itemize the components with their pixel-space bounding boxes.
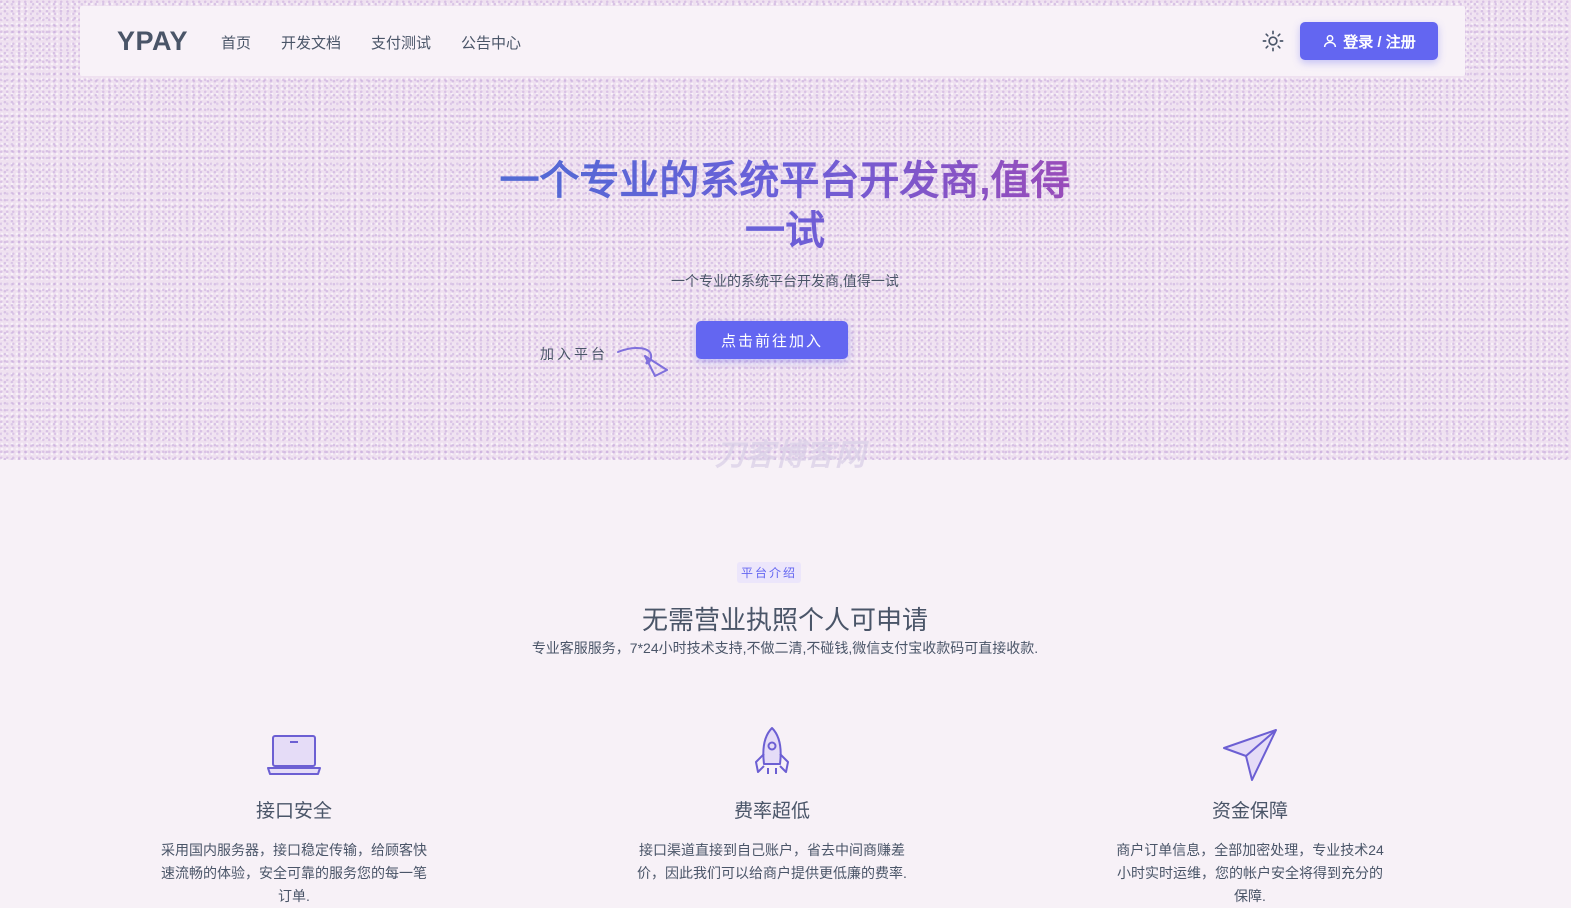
feature-desc: 商户订单信息，全部加密处理，专业技术24小时实时运维，您的帐户安全将得到充分的保… bbox=[1116, 842, 1384, 904]
feature-desc: 采用国内服务器，接口稳定传输，给顾客快速流畅的体验，安全可靠的服务您的每一笔订单… bbox=[161, 842, 427, 904]
nav-announcements[interactable]: 公告中心 bbox=[461, 32, 521, 53]
paper-plane-icon bbox=[1223, 729, 1277, 781]
feature-card-low-fee: 费率超低 接口渠道直接到自己账户，省去中间商赚差价，因此我们可以给商户提供更低廉… bbox=[612, 722, 932, 885]
feature-card-security: 接口安全 采用国内服务器，接口稳定传输，给顾客快速流畅的体验，安全可靠的服务您的… bbox=[134, 722, 454, 908]
feature-desc: 接口渠道直接到自己账户，省去中间商赚差价，因此我们可以给商户提供更低廉的费率. bbox=[637, 842, 907, 881]
join-now-button[interactable]: 点击前往加入 bbox=[696, 321, 848, 359]
feature-title: 费率超低 bbox=[733, 801, 810, 822]
site-logo[interactable]: YPAY bbox=[117, 26, 188, 57]
rocket-icon bbox=[755, 727, 789, 774]
user-icon bbox=[1324, 34, 1337, 48]
feature-card-fund-guarantee: 资金保障 商户订单信息，全部加密处理，专业技术24小时实时运维，您的帐户安全将得… bbox=[1090, 722, 1410, 908]
top-navbar: YPAY 首页 开发文档 支付测试 公告中心 登录 / 注册 bbox=[80, 6, 1465, 76]
feature-title: 资金保障 bbox=[1211, 801, 1288, 822]
sun-icon[interactable] bbox=[1262, 30, 1284, 52]
nav-home[interactable]: 首页 bbox=[221, 32, 251, 53]
login-register-button[interactable]: 登录 / 注册 bbox=[1300, 22, 1438, 60]
nav-docs[interactable]: 开发文档 bbox=[281, 32, 341, 53]
hero-title: 一个专业的系统平台开发商,值得一试 bbox=[485, 156, 1085, 256]
watermark-text: 刀客博客网 bbox=[715, 439, 865, 472]
section-subtitle: 专业客服服务，7*24小时技术支持,不做二清,不碰钱,微信支付宝收款码可直接收款… bbox=[531, 640, 1039, 656]
hero-subtitle: 一个专业的系统平台开发商,值得一试 bbox=[671, 273, 899, 289]
curved-arrow-icon bbox=[617, 347, 668, 377]
join-platform-label: 加入平台 bbox=[540, 346, 608, 362]
nav-pay-test[interactable]: 支付测试 bbox=[371, 32, 431, 53]
feature-title: 接口安全 bbox=[255, 801, 332, 822]
section-badge: 平台介绍 bbox=[737, 562, 802, 583]
laptop-icon bbox=[267, 735, 321, 775]
login-register-label: 登录 / 注册 bbox=[1343, 33, 1416, 51]
section-title: 无需营业执照个人可申请 bbox=[641, 605, 928, 635]
